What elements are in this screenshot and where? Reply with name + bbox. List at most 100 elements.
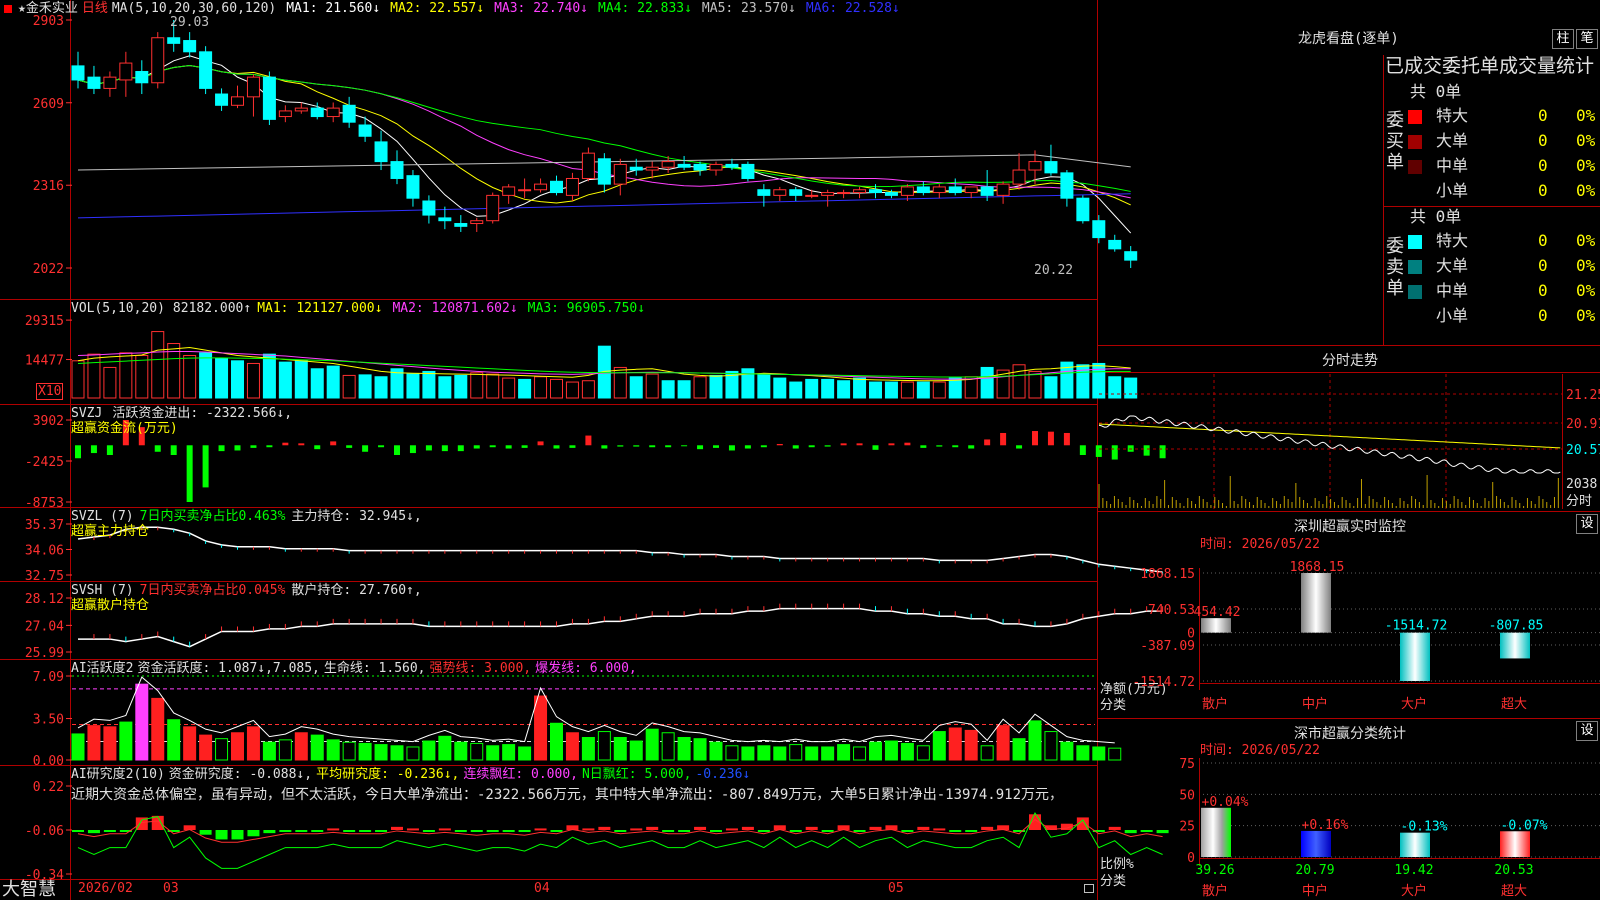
svsh-axis-2: 25.99 bbox=[25, 646, 64, 661]
flow-bar bbox=[824, 445, 831, 447]
research-bar bbox=[343, 830, 356, 832]
candle-body bbox=[151, 37, 165, 84]
candle-body bbox=[948, 186, 962, 194]
flow-bar bbox=[776, 443, 783, 446]
research-bar bbox=[917, 826, 930, 830]
active-bar bbox=[565, 732, 579, 761]
active-bar bbox=[741, 746, 755, 761]
ai-research-value: 资金研究度: -0.088↓, bbox=[168, 767, 313, 782]
volume-bar bbox=[534, 376, 548, 399]
volume-bar bbox=[550, 378, 563, 399]
monitor-axis-0: 1868.15 bbox=[1140, 567, 1195, 582]
candle-body bbox=[805, 194, 819, 197]
active-bar bbox=[916, 745, 930, 761]
classify-bar-2 bbox=[1301, 830, 1331, 857]
bar-view-button[interactable]: 柱 bbox=[1552, 29, 1574, 49]
order-pct: 0% bbox=[1576, 256, 1596, 275]
volume-bar bbox=[374, 376, 388, 399]
classify-value-1: 39.26 bbox=[1195, 863, 1234, 878]
active-bar bbox=[294, 732, 308, 761]
research-bar bbox=[279, 830, 292, 832]
order-type: 特大 bbox=[1436, 231, 1469, 250]
brand-label[interactable]: 大智慧 bbox=[2, 879, 56, 900]
flow-bar bbox=[1095, 445, 1102, 457]
research-bar bbox=[311, 830, 324, 832]
volume-bar bbox=[741, 368, 755, 399]
vol-unit: X10 bbox=[36, 383, 64, 400]
active-bar bbox=[805, 746, 819, 761]
ai-active-title: AI活跃度2 bbox=[71, 661, 134, 676]
active-bar bbox=[581, 736, 595, 761]
candle-body bbox=[709, 163, 723, 171]
candle-body bbox=[135, 71, 149, 84]
active-bar bbox=[645, 728, 659, 761]
flow-bar bbox=[1000, 432, 1007, 446]
svzj-subtitle: 超赢资金流(万元) bbox=[71, 421, 178, 436]
svsh-axis-0: 28.12 bbox=[25, 592, 64, 607]
lock-icon[interactable] bbox=[1084, 884, 1094, 893]
date-label-4: 05 bbox=[888, 881, 904, 896]
classify-change-1: +0.04% bbox=[1202, 795, 1249, 810]
volume-bar bbox=[1108, 376, 1122, 399]
classify-settings-button[interactable]: 设 bbox=[1576, 721, 1598, 741]
candle-body bbox=[789, 189, 803, 196]
research-bar bbox=[614, 830, 627, 832]
volume-bar bbox=[1012, 364, 1026, 399]
monitor-cat-1: 散户 bbox=[1202, 696, 1228, 712]
svzl-title: SVZL (7) bbox=[71, 509, 134, 524]
volume-bar bbox=[486, 373, 500, 399]
classify-chart: 75 50 25 0 +0.04% 39.26 散户 +0.16% 20.79 中户 -0.13% 1… bbox=[1179, 757, 1600, 899]
monitor-value-2: 1868.15 bbox=[1290, 560, 1345, 575]
monitor-time: 时间: 2026/05/22 bbox=[1200, 537, 1320, 552]
candle-body bbox=[821, 192, 835, 196]
candle-body bbox=[613, 163, 627, 185]
research-bar bbox=[694, 826, 707, 830]
sell-row-1: 特大 0 0% bbox=[1408, 230, 1600, 252]
buy-row-1: 特大 0 0% bbox=[1408, 105, 1600, 127]
flow-bar bbox=[792, 445, 799, 449]
svzj-chart: 3902 -2425 -8753 bbox=[25, 414, 1166, 511]
color-swatch bbox=[1408, 160, 1422, 174]
candle-body bbox=[725, 163, 739, 168]
active-bar bbox=[374, 744, 388, 761]
date-label-2: 03 bbox=[163, 881, 179, 896]
ma-line-6 bbox=[77, 193, 1131, 219]
active-bar bbox=[422, 740, 436, 761]
price-axis-1: 2609 bbox=[33, 97, 64, 112]
menu-icon[interactable] bbox=[4, 4, 12, 13]
flow-bar bbox=[840, 443, 847, 446]
monitor-settings-button[interactable]: 设 bbox=[1576, 514, 1598, 534]
tick-view-button[interactable]: 笔 bbox=[1576, 29, 1598, 49]
active-bar bbox=[135, 683, 149, 761]
svzl-subtitle: 超赢主力持仓 bbox=[71, 524, 150, 539]
flow-bar bbox=[1079, 445, 1086, 456]
favorite-star-icon[interactable]: ★ bbox=[18, 1, 26, 16]
buy-side-label: 委买单 bbox=[1386, 110, 1404, 173]
candle-body bbox=[581, 152, 595, 179]
date-label-1: 2026/02 bbox=[78, 881, 133, 896]
research-bar bbox=[263, 830, 276, 834]
volume-bar bbox=[884, 381, 898, 399]
flow-bar bbox=[888, 443, 895, 446]
ma-legend-4: MA4: 22.833↓ bbox=[598, 1, 692, 16]
classify-change-3: -0.13% bbox=[1401, 820, 1448, 835]
vol-ma-legend-1: MA1: 121127.000↓ bbox=[257, 301, 383, 316]
intraday-axis-1: 20.91 bbox=[1566, 417, 1600, 432]
intraday-chart: 21.25 20.91 20.57 bbox=[1098, 374, 1600, 509]
flow-bar bbox=[298, 443, 305, 446]
monitor-cat-4: 超大 bbox=[1501, 697, 1527, 712]
monitor-ylabel: 净额(万元) bbox=[1100, 682, 1168, 697]
flow-bar bbox=[441, 445, 448, 452]
volume-bar bbox=[629, 376, 643, 399]
active-bar bbox=[948, 727, 962, 761]
active-bar bbox=[932, 731, 946, 761]
svsh-hold: 散户持仓: 27.760↑, bbox=[291, 583, 422, 598]
monitor-value-4: -807.85 bbox=[1489, 619, 1544, 634]
volume-bar bbox=[709, 374, 723, 399]
period-label[interactable]: 日线 bbox=[82, 1, 108, 16]
active-bar bbox=[87, 725, 101, 761]
flow-bar bbox=[1143, 445, 1150, 456]
research-bar bbox=[869, 826, 882, 830]
intraday-unit: 分时 bbox=[1566, 494, 1593, 509]
candle-body bbox=[597, 158, 611, 185]
